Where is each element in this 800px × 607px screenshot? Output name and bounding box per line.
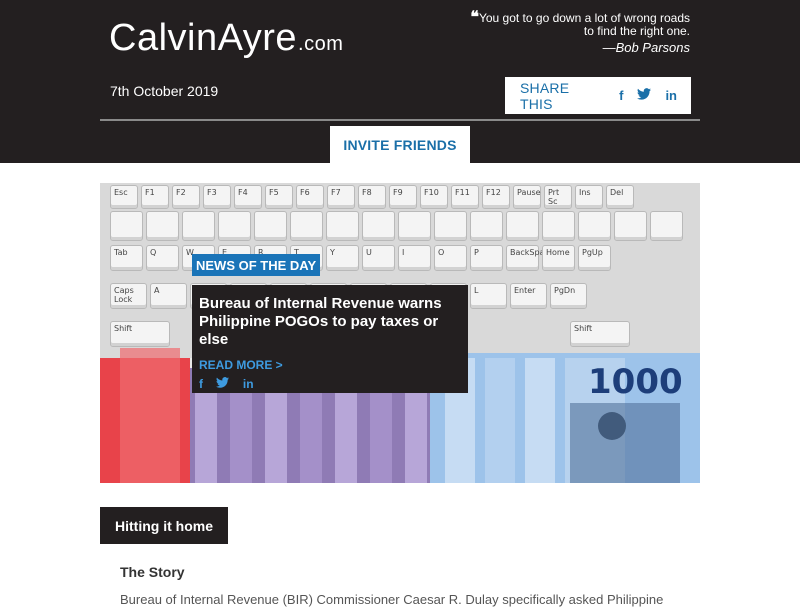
news-social-icons: f in <box>199 375 461 393</box>
keyboard-key: O <box>434 245 467 271</box>
facebook-icon[interactable]: f <box>199 377 203 391</box>
twitter-icon[interactable] <box>637 88 652 103</box>
linkedin-icon[interactable]: in <box>665 88 677 103</box>
keyboard-key: Ins <box>575 185 603 209</box>
keyboard-key: PgUp <box>578 245 611 271</box>
keyboard-key <box>578 211 611 241</box>
news-of-the-day-badge: NEWS OF THE DAY <box>192 254 321 276</box>
twitter-icon[interactable] <box>216 377 230 391</box>
keyboard-key <box>326 211 359 241</box>
keyboard-key: Prt Sc <box>544 185 572 209</box>
share-this-label[interactable]: SHARE THIS <box>520 80 603 112</box>
keyboard-key: Shift <box>570 321 630 347</box>
keyboard-key: L <box>470 283 507 309</box>
keyboard-key: PgDn <box>550 283 587 309</box>
keyboard-key <box>110 211 143 241</box>
news-headline[interactable]: Bureau of Internal Revenue warns Philipp… <box>199 295 461 349</box>
keyboard-key: F8 <box>358 185 386 209</box>
keyboard-key: F6 <box>296 185 324 209</box>
keyboard-key: F12 <box>482 185 510 209</box>
section-tab-hitting-it-home: Hitting it home <box>100 507 228 544</box>
keyboard-key: Caps Lock <box>110 283 147 309</box>
quote-author: —Bob Parsons <box>602 40 690 55</box>
keyboard-key: F4 <box>234 185 262 209</box>
keyboard-key <box>398 211 431 241</box>
header-quote: ❝You got to go down a lot of wrong roads… <box>430 7 690 55</box>
keyboard-key <box>362 211 395 241</box>
keyboard-key: Shift <box>110 321 170 347</box>
keyboard-key: F3 <box>203 185 231 209</box>
keyboard-key: I <box>398 245 431 271</box>
quote-line-2: to find the right one. <box>583 24 690 38</box>
keyboard-key <box>542 211 575 241</box>
keyboard-key: P <box>470 245 503 271</box>
invite-friends-button[interactable]: INVITE FRIENDS <box>330 126 470 163</box>
banknote-value: 1000 <box>588 362 683 402</box>
keyboard-key <box>290 211 323 241</box>
keyboard-key: Esc <box>110 185 138 209</box>
facebook-icon[interactable]: f <box>619 88 623 103</box>
keyboard-key: F5 <box>265 185 293 209</box>
keyboard-key <box>470 211 503 241</box>
calvinayre-logo[interactable]: CalvinAyre.com <box>109 16 343 60</box>
keyboard-key: BackSpace <box>506 245 554 271</box>
keyboard-key: F10 <box>420 185 448 209</box>
keyboard-key <box>650 211 683 241</box>
keyboard-key <box>218 211 251 241</box>
keyboard-key: Enter <box>510 283 547 309</box>
keyboard-key: Y <box>326 245 359 271</box>
keyboard-key: F1 <box>141 185 169 209</box>
issue-date: 7th October 2019 <box>110 83 219 99</box>
keyboard-key <box>146 211 179 241</box>
keyboard-key: F7 <box>327 185 355 209</box>
keyboard-key <box>182 211 215 241</box>
keyboard-key: U <box>362 245 395 271</box>
keyboard-key: Home <box>542 245 575 271</box>
keyboard-key: Del <box>606 185 634 209</box>
keyboard-key <box>254 211 287 241</box>
news-card[interactable]: Bureau of Internal Revenue warns Philipp… <box>192 285 468 393</box>
share-this-box[interactable]: SHARE THIS f in <box>505 77 691 114</box>
logo-suffix: .com <box>298 33 344 55</box>
story-heading: The Story <box>120 564 185 580</box>
keyboard-key: F11 <box>451 185 479 209</box>
keyboard-key: Pause <box>513 185 541 209</box>
keyboard-key <box>614 211 647 241</box>
header-bar: CalvinAyre.com ❝You got to go down a lot… <box>0 0 800 163</box>
keyboard-key: F2 <box>172 185 200 209</box>
keyboard-key <box>434 211 467 241</box>
header-divider <box>100 119 700 121</box>
keyboard-key: A <box>150 283 187 309</box>
keyboard-key: F9 <box>389 185 417 209</box>
quote-line-1: You got to go down a lot of wrong roads <box>478 11 690 25</box>
quote-mark-icon: ❝ <box>470 7 479 26</box>
keyboard-key: Tab <box>110 245 143 271</box>
linkedin-icon[interactable]: in <box>243 377 254 391</box>
read-more-link[interactable]: READ MORE > <box>199 358 283 372</box>
keyboard-key <box>506 211 539 241</box>
logo-main: CalvinAyre <box>109 17 298 59</box>
keyboard-key: Q <box>146 245 179 271</box>
